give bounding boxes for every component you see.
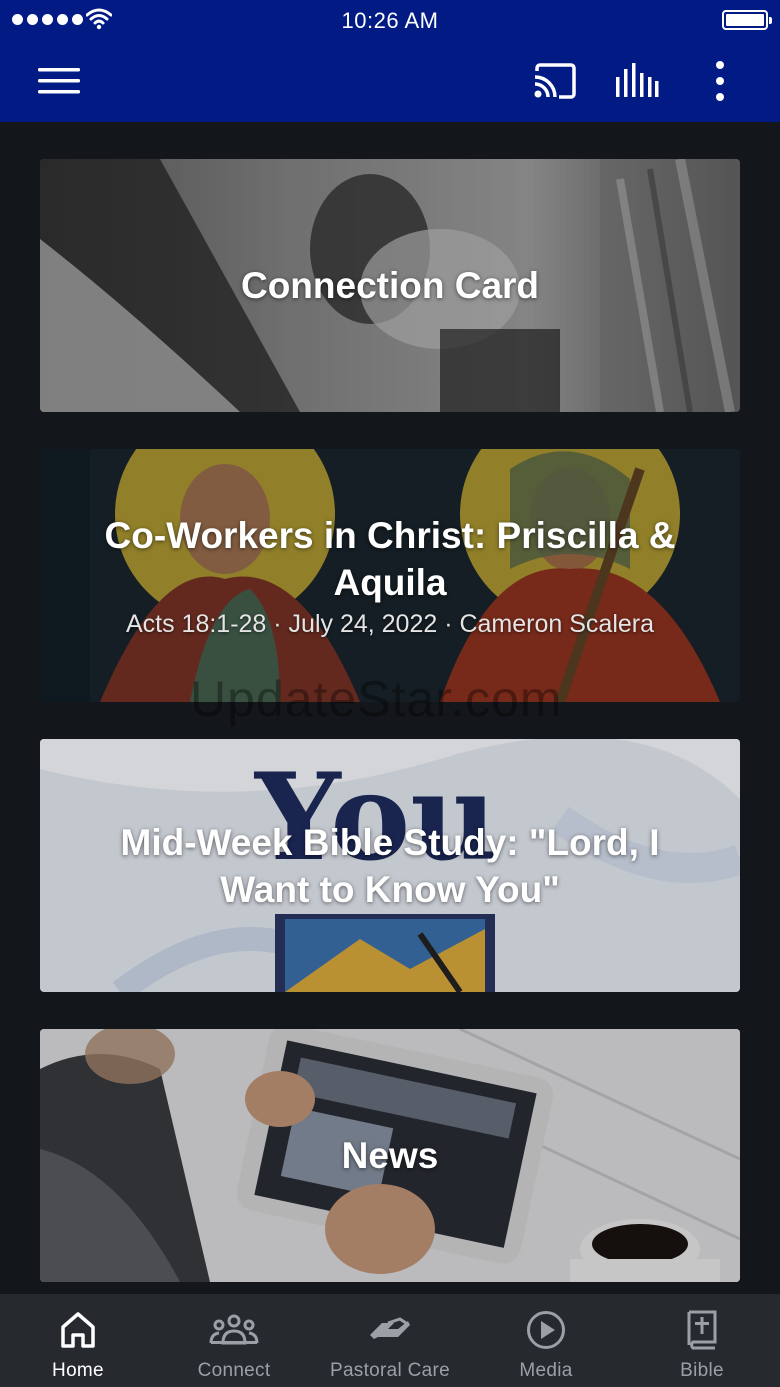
sermon-card-tile[interactable]: Co-Workers in Christ: Priscilla & Aquila… [40, 449, 740, 702]
card-title: Co-Workers in Christ: Priscilla & Aquila [104, 515, 676, 603]
connection-card-tile[interactable]: Connection Card [40, 159, 740, 412]
tab-pastoral-care[interactable]: Pastoral Care [312, 1294, 468, 1387]
status-time: 10:26 AM [341, 8, 439, 33]
status-bar: 10:26 AM [0, 0, 780, 40]
menu-button[interactable] [24, 40, 94, 122]
card-title: Connection Card [240, 265, 540, 306]
cast-button[interactable] [520, 40, 590, 122]
more-options-button[interactable] [690, 40, 750, 122]
bible-icon [687, 1310, 717, 1350]
people-group-icon [209, 1314, 259, 1345]
card-title: Mid-Week Bible Study: "Lord, I Want to K… [120, 821, 660, 910]
content-feed: Connection Card Co-Workers in Christ: Pr… [0, 122, 780, 1294]
tab-label: Home [52, 1360, 104, 1381]
tab-label: Media [519, 1360, 573, 1381]
hamburger-menu-icon [38, 68, 80, 94]
bible-study-card-tile[interactable]: You Mid-Week Bible Study: "Lord, I Want … [40, 739, 740, 992]
card-subtitle: Acts 18:1-28 · July 24, 2022 · Cameron S… [125, 610, 655, 638]
tab-label: Connect [197, 1360, 271, 1381]
tab-label: Bible [680, 1360, 724, 1381]
tab-media[interactable]: Media [468, 1294, 624, 1387]
card-title: News [341, 1135, 439, 1176]
handshake-icon [370, 1317, 410, 1339]
home-icon [61, 1312, 95, 1348]
tab-home[interactable]: Home [0, 1294, 156, 1387]
tab-connect[interactable]: Connect [156, 1294, 312, 1387]
news-card-tile[interactable]: News [40, 1029, 740, 1282]
play-circle-icon [527, 1311, 565, 1349]
battery-icon [722, 10, 772, 30]
app-bar [0, 40, 780, 122]
tab-bible[interactable]: Bible [624, 1294, 780, 1387]
audio-button[interactable] [602, 40, 672, 122]
tab-label: Pastoral Care [329, 1360, 451, 1381]
bottom-tab-bar: Home Connect Pastoral Care Media Bible [0, 1294, 780, 1387]
more-vertical-icon [716, 61, 724, 101]
cast-icon [534, 63, 576, 99]
audio-bars-icon [616, 63, 659, 97]
